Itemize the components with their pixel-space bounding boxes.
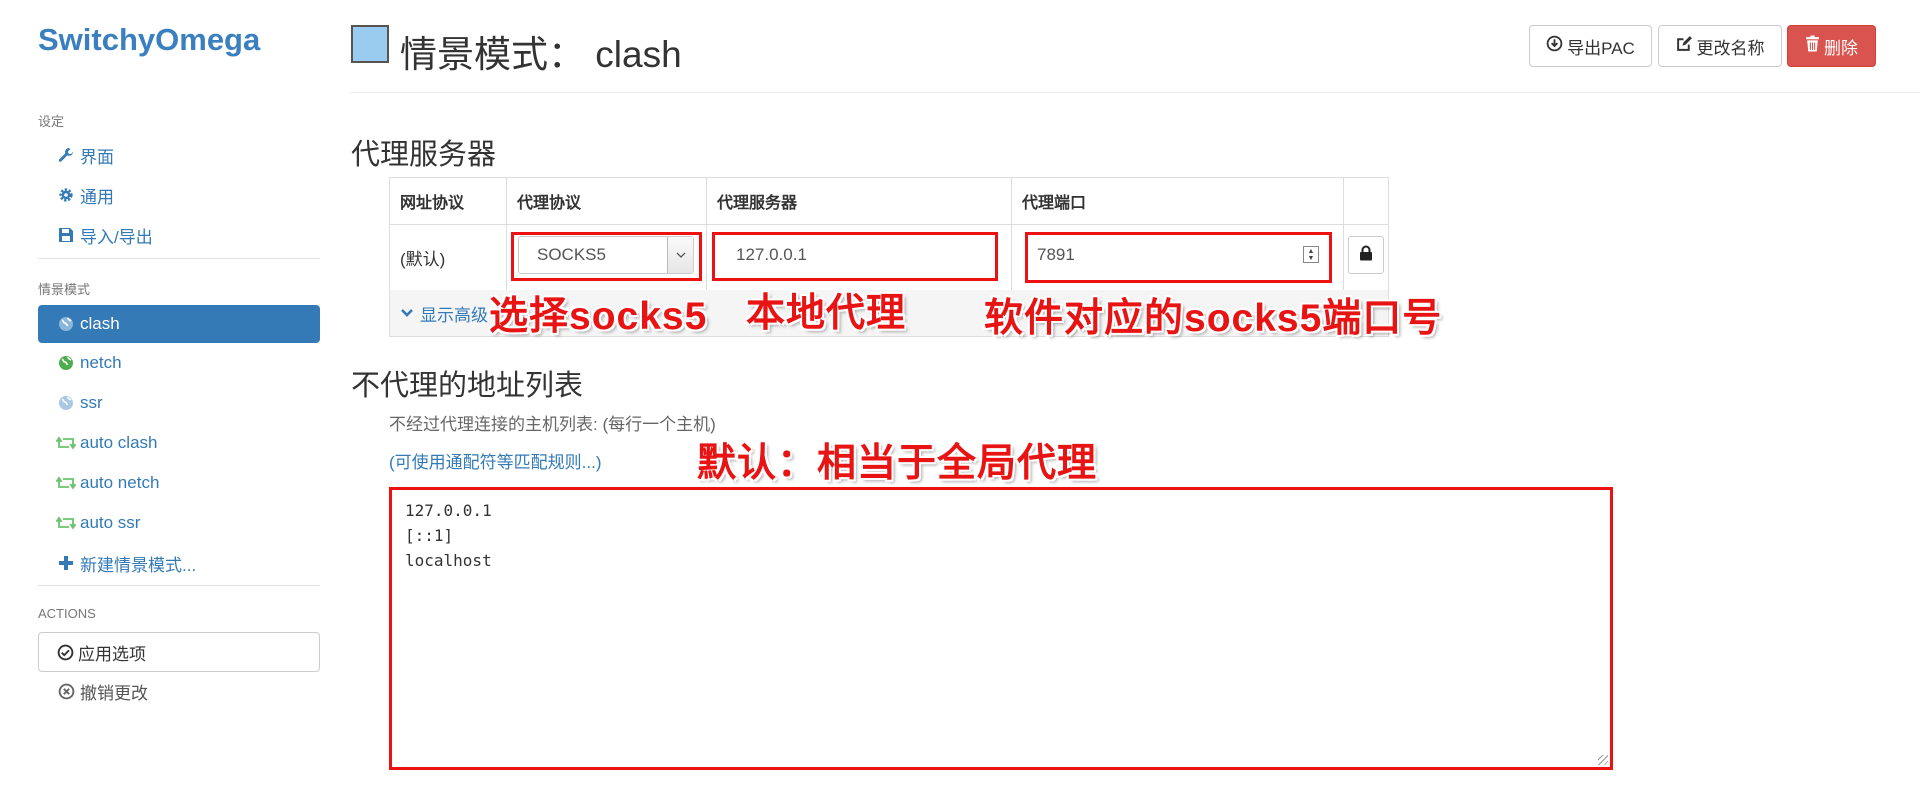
chevron-down-icon — [400, 308, 414, 318]
rename-button[interactable]: 更改名称 — [1658, 25, 1782, 67]
annotation-server: 本地代理 — [746, 292, 907, 335]
delete-button[interactable]: 删除 — [1787, 25, 1876, 67]
sidebar-item-auto-clash[interactable]: auto clash — [38, 424, 320, 462]
annotation-protocol: 选择socks5 — [489, 295, 708, 338]
resize-handle[interactable] — [1598, 755, 1608, 765]
discard-changes-link[interactable]: 撤销更改 — [38, 672, 320, 710]
sidebar-item-label: 通用 — [80, 187, 114, 207]
proxy-section-heading: 代理服务器 — [351, 139, 497, 171]
retweet-icon — [56, 475, 76, 491]
sidebar-item-label: ssr — [80, 393, 103, 412]
bypass-line: 127.0.0.1 — [405, 501, 492, 520]
apply-options-button[interactable]: 应用选项 — [38, 632, 320, 672]
trash-icon — [1805, 35, 1820, 57]
bypass-line: localhost — [405, 551, 492, 570]
sidebar-item-label: clash — [80, 314, 120, 333]
gear-icon — [56, 187, 76, 203]
sidebar-item-import-export[interactable]: 导入/导出 — [38, 216, 320, 254]
page-title: 情景模式： clash — [400, 34, 682, 75]
globe-icon — [56, 316, 76, 332]
edit-icon — [1676, 35, 1693, 57]
download-icon — [1546, 35, 1563, 57]
wildcard-rules-link[interactable]: (可使用通配符等匹配规则...) — [389, 448, 602, 473]
sidebar-item-label: auto clash — [80, 433, 158, 452]
sidebar: SwitchyOmega 设定 界面 通用 导入/导出 情景模式 clash n… — [0, 0, 330, 796]
apply-options-label: 应用选项 — [78, 644, 146, 664]
actions-header: ACTIONS — [38, 606, 96, 621]
floppy-icon — [56, 227, 76, 243]
col-header-server: 代理服务器 — [707, 178, 1012, 224]
settings-header: 设定 — [38, 114, 65, 129]
profiles-header: 情景模式 — [38, 282, 91, 297]
annotation-box-protocol — [511, 232, 702, 281]
sidebar-item-netch[interactable]: netch — [38, 344, 320, 382]
sidebar-item-interface[interactable]: 界面 — [38, 136, 320, 174]
annotation-box-server — [712, 232, 998, 281]
wrench-icon — [56, 147, 76, 163]
col-header-scheme: 网址协议 — [390, 178, 507, 224]
sidebar-item-label: auto netch — [80, 473, 160, 492]
export-pac-button[interactable]: 导出PAC — [1529, 25, 1652, 67]
export-pac-label: 导出PAC — [1567, 38, 1635, 58]
sidebar-item-label: auto ssr — [80, 513, 141, 532]
globe-icon — [56, 395, 76, 411]
sidebar-divider — [38, 585, 320, 586]
delete-label: 删除 — [1824, 38, 1858, 58]
x-circle-icon — [56, 683, 76, 700]
col-header-port: 代理端口 — [1012, 178, 1344, 224]
sidebar-item-label: netch — [80, 353, 122, 372]
show-advanced-label: 显示高级 — [420, 305, 488, 325]
sidebar-item-general[interactable]: 通用 — [38, 176, 320, 214]
globe-icon — [56, 355, 76, 371]
sidebar-item-label: 导入/导出 — [80, 227, 153, 247]
annotation-box-port — [1025, 232, 1332, 283]
bypass-section-heading: 不代理的地址列表 — [351, 370, 584, 402]
check-circle-icon — [57, 644, 74, 661]
sidebar-item-label: 界面 — [80, 147, 114, 167]
auth-lock-button[interactable] — [1348, 236, 1384, 274]
lock-icon — [1359, 245, 1373, 266]
profile-color-swatch[interactable] — [351, 25, 389, 63]
header-divider — [350, 92, 1920, 93]
sidebar-item-ssr[interactable]: ssr — [38, 384, 320, 422]
sidebar-item-auto-ssr[interactable]: auto ssr — [38, 504, 320, 542]
bypass-line: [::1] — [405, 526, 454, 545]
rename-label: 更改名称 — [1696, 38, 1765, 58]
col-header-protocol: 代理协议 — [507, 178, 707, 224]
discard-changes-label: 撤销更改 — [80, 683, 148, 703]
new-profile-link[interactable]: 新建情景模式... — [38, 544, 320, 582]
sidebar-divider — [38, 258, 320, 259]
new-profile-label: 新建情景模式... — [80, 555, 197, 575]
annotation-port: 软件对应的socks5端口号 — [984, 297, 1443, 340]
plus-icon — [56, 555, 76, 571]
retweet-icon — [56, 515, 76, 531]
bypass-list-textarea[interactable]: 127.0.0.1 [::1] localhost — [389, 487, 1613, 770]
sidebar-item-auto-netch[interactable]: auto netch — [38, 464, 320, 502]
annotation-bypass: 默认：相当于全局代理 — [697, 442, 1098, 485]
brand-logo[interactable]: SwitchyOmega — [38, 22, 260, 58]
scheme-cell: (默认) — [390, 224, 507, 290]
sidebar-item-clash[interactable]: clash — [38, 305, 320, 343]
retweet-icon — [56, 435, 76, 451]
bypass-help-text: 不经过代理连接的主机列表: (每行一个主机) — [389, 415, 716, 434]
